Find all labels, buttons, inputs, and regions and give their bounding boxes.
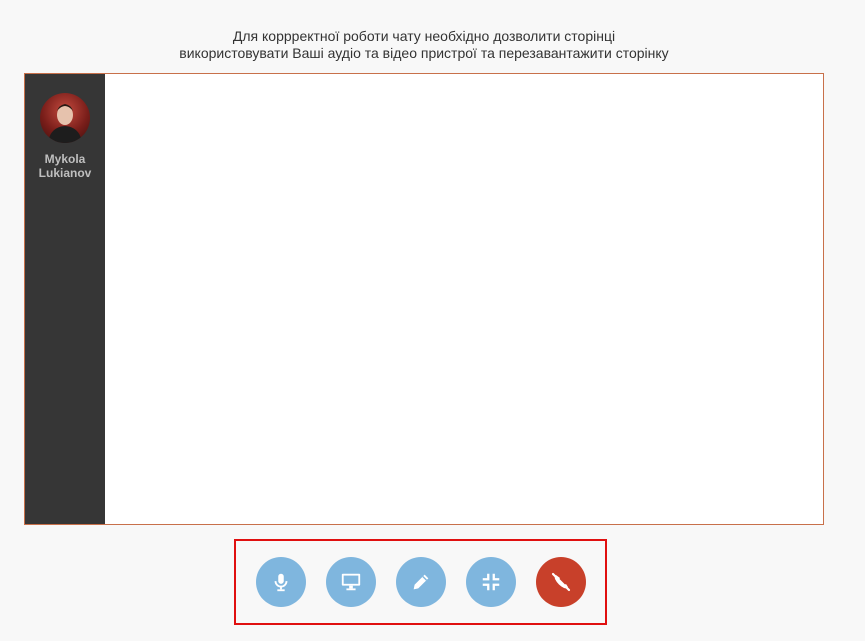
screen-share-button[interactable]: [325, 557, 376, 607]
video-chat-page: Для коррректної роботи чату необхідно до…: [0, 0, 865, 641]
compress-icon: [482, 573, 499, 591]
call-controls: [234, 539, 607, 625]
participants-sidebar: Mykola Lukianov: [25, 74, 105, 524]
microphone-icon: [274, 573, 287, 592]
notice-line-2: використовувати Ваші аудіо та відео прис…: [179, 45, 669, 61]
participant-name: Mykola Lukianov: [39, 152, 92, 180]
user-photo-icon: [48, 104, 82, 143]
pencil-icon: [413, 574, 428, 590]
avatar: [40, 93, 90, 143]
monitor-icon: [341, 573, 360, 591]
minimize-button[interactable]: [465, 557, 516, 607]
draw-button[interactable]: [395, 557, 446, 607]
phone-hangup-icon: [551, 572, 570, 592]
participant-item[interactable]: Mykola Lukianov: [25, 93, 105, 180]
microphone-button[interactable]: [255, 557, 306, 607]
notice-line-1: Для коррректної роботи чату необхідно до…: [232, 28, 616, 44]
participant-last-name: Lukianov: [38, 166, 92, 180]
participant-first-name: Mykola: [44, 152, 86, 166]
permission-notice: Для коррректної роботи чату необхідно до…: [0, 28, 848, 62]
video-area: [105, 74, 823, 524]
hangup-button[interactable]: [535, 557, 586, 607]
call-frame: Mykola Lukianov: [24, 73, 824, 525]
